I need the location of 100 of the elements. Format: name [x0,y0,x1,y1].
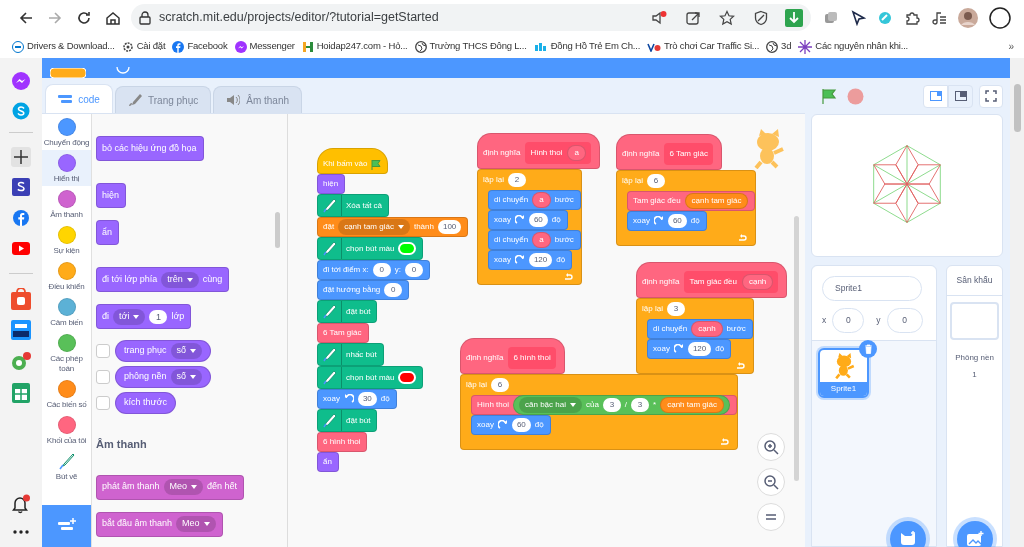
checkbox[interactable] [96,396,110,410]
code-block[interactable]: đi tới lớp phía trên cùng [96,267,230,292]
zoom-in-button[interactable] [757,433,785,461]
number-input[interactable]: 100 [437,220,462,234]
bookmark[interactable]: Trường THCS Đông L... [414,39,527,54]
code-block[interactable]: xoay 60 độ [488,210,568,230]
share-icon[interactable] [685,9,701,26]
code-block[interactable]: phát âm thanh Meo đến hết [96,474,245,500]
number-input[interactable]: 120 [687,342,712,356]
number-input[interactable]: 2 [507,173,526,187]
back-icon[interactable] [18,9,34,26]
number-input[interactable]: 60 [511,418,531,432]
dropdown-menu[interactable]: tới [113,308,146,325]
more-icon[interactable] [13,530,29,534]
zoom-out-button[interactable] [757,468,785,496]
number-input[interactable]: 60 [667,214,687,228]
number-input[interactable]: 120 [528,253,553,267]
bookmark[interactable]: Facebook [172,39,228,54]
messenger-icon[interactable] [11,71,31,91]
bookmark[interactable]: 3d [766,39,792,54]
code-block[interactable]: hiện [317,174,346,194]
forward-icon[interactable] [47,9,63,26]
add-extension-button[interactable] [42,505,91,547]
extension-icon[interactable] [823,9,839,26]
bookmark[interactable]: Các nguyên nhân khi... [798,39,909,54]
code-block[interactable]: xoay 30 độ [317,389,397,409]
shopping-bag-icon[interactable] [11,288,31,310]
avatar-icon[interactable] [958,7,978,28]
number-input[interactable]: 3 [666,302,685,316]
code-block[interactable]: ẩn [317,452,339,472]
address-bar[interactable]: scratch.mit.edu/projects/editor/?tutorial=getStarted [131,4,811,31]
number-input[interactable]: 30 [357,392,377,406]
scrollbar[interactable] [1013,84,1021,132]
cursor-icon[interactable] [850,9,866,26]
bookmark[interactable]: Trò chơi Car Traffic Si... [647,39,760,54]
checkbox[interactable] [96,344,110,358]
code-block[interactable]: đặt cạnh tam giác thành 100 [317,217,469,237]
extension-icon[interactable] [877,9,893,26]
home-icon[interactable] [105,9,121,26]
number-input[interactable]: 0 [372,263,391,277]
notification-bell-icon[interactable] [11,494,31,514]
reload-icon[interactable] [76,9,92,26]
repeat-block[interactable]: lặp lại 6 Tam giác đều cạnh tam giác xoay 60 độ [616,170,757,246]
dropdown-menu[interactable]: số [170,369,203,385]
dropdown-menu[interactable]: Meo [163,479,204,495]
code-block[interactable]: xoay 120 độ [488,250,573,270]
color-swatch[interactable] [398,371,417,384]
checkbox[interactable] [96,370,110,384]
scrollbar[interactable] [794,216,799,481]
code-block[interactable]: Hình thoi căn bậc hai của 3 / 3 * cạnh tam giác [471,395,738,415]
code-block[interactable]: xoay 60 độ [471,415,551,435]
fullscreen-button[interactable] [979,84,1003,108]
scrollbar[interactable] [275,212,280,248]
number-input[interactable]: 60 [528,213,548,227]
number-input[interactable]: 0 [384,283,403,297]
code-block[interactable]: xoay 60 độ [627,211,707,231]
star-icon[interactable] [719,9,735,26]
shield-icon[interactable] [753,9,769,26]
more-bookmarks-button[interactable]: » [1008,39,1014,54]
backdrop-thumbnail[interactable] [950,302,999,340]
color-swatch[interactable] [398,242,417,255]
shop-app-icon[interactable] [11,320,31,340]
flag-icon[interactable] [821,88,837,104]
bookmark[interactable]: Messenger [234,39,295,54]
bookmark[interactable]: Drivers & Download... [12,39,115,54]
number-input[interactable]: 0 [404,263,423,277]
muted-speaker-icon[interactable] [651,9,667,26]
reporter-block[interactable]: kích thước [115,392,176,414]
operator-reporter[interactable]: căn bậc hai của 3 / 3 * cạnh tam giác [513,395,731,415]
skype-icon[interactable] [12,102,30,120]
code-block[interactable]: xoay 120 độ [647,339,732,359]
music-list-icon[interactable] [931,9,947,26]
dropdown-menu[interactable]: trên [161,271,199,288]
add-icon[interactable] [11,147,31,167]
bookmark[interactable]: Cài đặt [121,39,166,54]
code-block[interactable]: hiện [96,183,126,208]
puzzle-icon[interactable] [904,9,920,26]
large-stage-button[interactable] [948,84,973,108]
number-input[interactable]: 3 [602,398,621,412]
number-input[interactable]: 6 [646,174,665,188]
reporter-block[interactable]: trang phục số [115,340,212,362]
code-block[interactable]: đi tới điểm x: 0 y: 0 [317,260,430,280]
app-icon[interactable] [12,178,30,196]
code-block[interactable]: ẩn [96,220,119,245]
number-input[interactable]: 3 [631,398,650,412]
dropdown-menu[interactable]: số [170,343,203,359]
code-block[interactable]: đặt hướng bằng 0 [317,280,410,300]
spreadsheet-icon[interactable] [12,383,30,403]
circle-icon[interactable] [989,6,1011,29]
location-icon[interactable] [10,351,32,373]
small-stage-button[interactable] [923,84,948,108]
repeat-block[interactable]: lặp lại 2 di chuyển a bước xoay 60 độ di chuyển a bước xoay 120 độ [477,169,582,285]
number-input[interactable]: 1 [149,309,168,324]
code-block[interactable]: đi tới 1 lớp [96,304,192,329]
reset-zoom-button[interactable] [757,503,785,531]
number-input[interactable]: 6 [490,378,509,392]
facebook-icon[interactable] [13,210,29,226]
repeat-block[interactable]: lặp lại 3 di chuyển cạnh bước xoay 120 độ [636,298,754,374]
category-item[interactable]: Hiển thị [42,150,91,186]
code-block[interactable]: bắt đầu âm thanh Meo [96,511,223,537]
